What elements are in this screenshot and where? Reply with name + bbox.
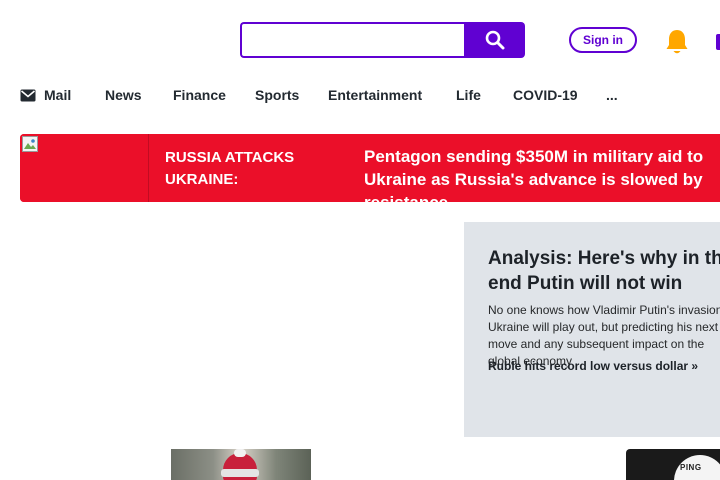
- nav-item-sports[interactable]: Sports: [255, 84, 299, 106]
- story-thumbnail-golfer[interactable]: PING: [626, 449, 720, 480]
- nav-item-finance[interactable]: Finance: [173, 84, 226, 106]
- mail-icon[interactable]: [716, 34, 720, 50]
- analysis-title[interactable]: Analysis: Here's why in the end Putin wi…: [488, 246, 720, 296]
- nav-item-news[interactable]: News: [105, 84, 142, 106]
- top-navigation: Mail News Finance Sports Entertainment L…: [0, 84, 720, 106]
- nav-item-more[interactable]: ...: [606, 84, 618, 106]
- nav-label: Mail: [44, 87, 72, 103]
- nav-item-mail[interactable]: Mail: [20, 84, 71, 106]
- bell-icon[interactable]: [664, 28, 690, 56]
- breaking-news-banner[interactable]: RUSSIA ATTACKS UKRAINE: Pentagon sending…: [20, 134, 720, 202]
- hat-pom: [234, 449, 246, 457]
- mail-icon: [20, 89, 36, 101]
- related-story-link[interactable]: Ruble hits record low versus dollar »: [488, 358, 720, 374]
- broken-image-icon: [22, 136, 38, 152]
- breaking-tag: RUSSIA ATTACKS UKRAINE:: [165, 149, 295, 188]
- search-bar: [240, 22, 525, 58]
- sign-in-button[interactable]: Sign in: [569, 27, 637, 53]
- nav-item-life[interactable]: Life: [456, 84, 481, 106]
- banner-image[interactable]: [20, 134, 149, 202]
- breaking-headline[interactable]: Pentagon sending $350M in military aid t…: [364, 145, 720, 202]
- cap-logo-text: PING: [680, 463, 702, 472]
- nav-item-covid[interactable]: COVID-19: [513, 84, 578, 106]
- analysis-card[interactable]: Analysis: Here's why in the end Putin wi…: [464, 222, 720, 437]
- nav-item-entertainment[interactable]: Entertainment: [328, 84, 422, 106]
- search-button[interactable]: [464, 22, 525, 58]
- search-icon: [485, 30, 504, 50]
- story-thumbnail[interactable]: [171, 449, 311, 480]
- search-input[interactable]: [240, 22, 466, 58]
- hat-brim: [221, 469, 259, 477]
